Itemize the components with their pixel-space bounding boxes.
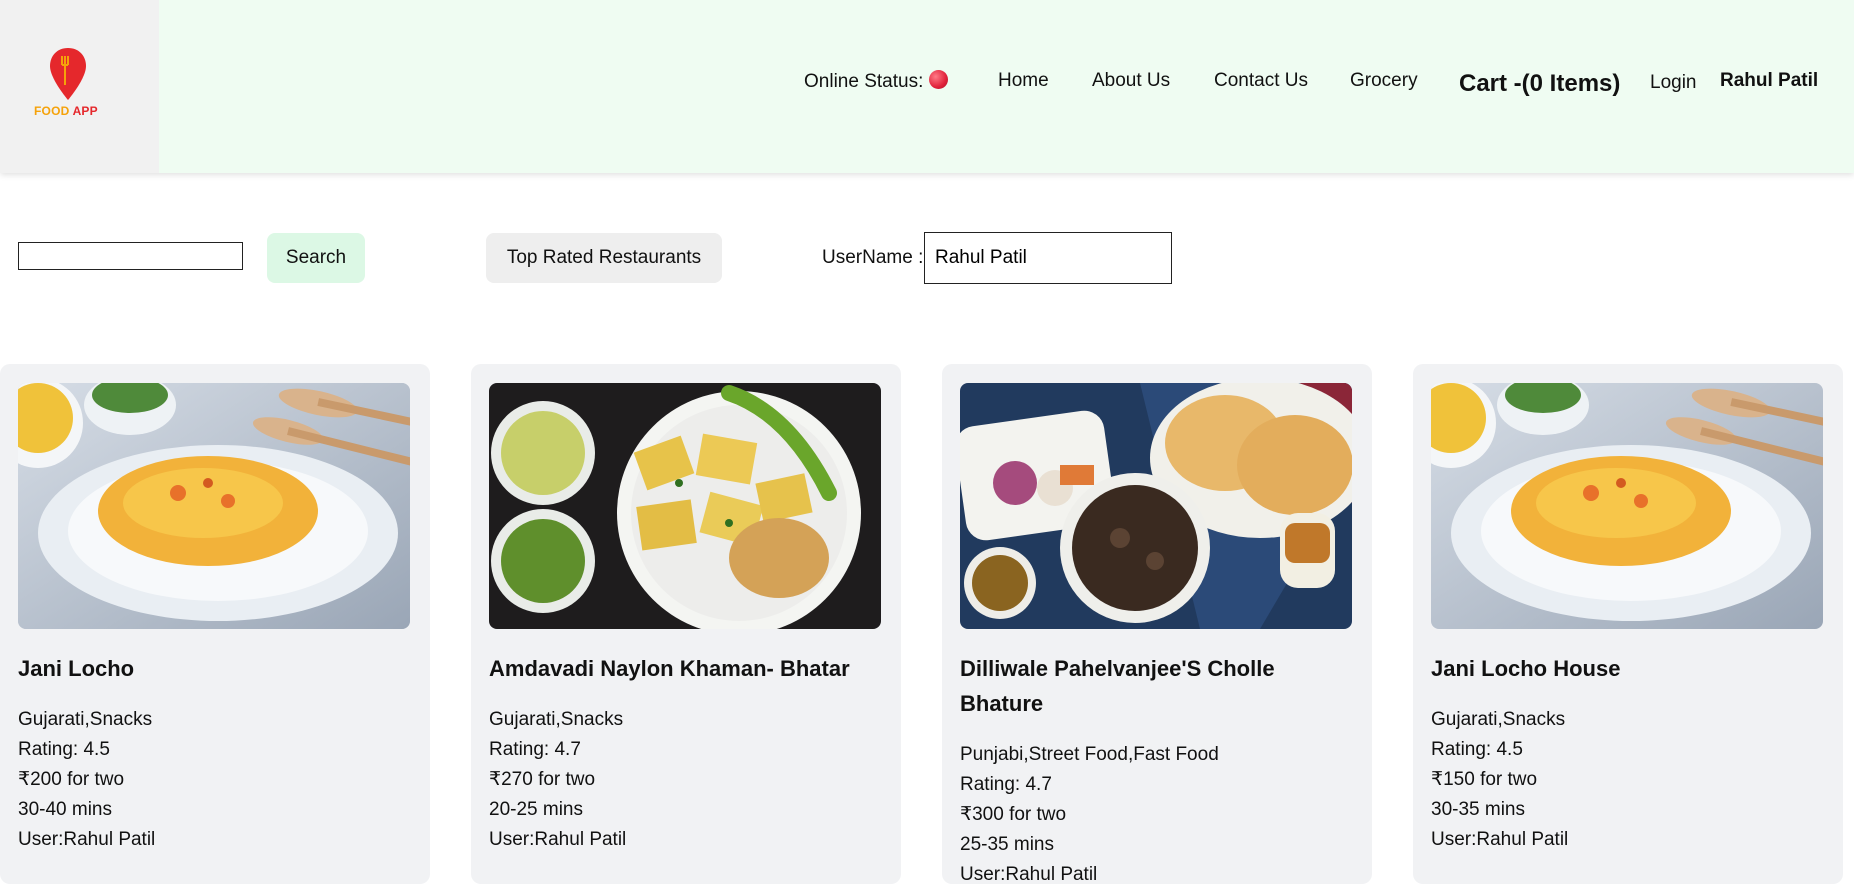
restaurant-name: Amdavadi Naylon Khaman- Bhatar <box>489 656 850 681</box>
khaman-dish-image <box>489 383 881 629</box>
restaurant-time: 25-35 mins <box>960 834 1054 855</box>
login-button[interactable]: Login <box>1650 72 1697 94</box>
restaurant-cost: ₹270 for two <box>489 769 596 790</box>
restaurant-cuisines: Gujarati,Snacks <box>1431 709 1566 730</box>
locho-dish-image <box>1431 383 1823 629</box>
top-rated-button[interactable]: Top Rated Restaurants <box>486 233 722 283</box>
restaurant-rating: Rating: 4.7 <box>960 774 1052 795</box>
restaurant-cuisines: Gujarati,Snacks <box>489 709 624 730</box>
username-input[interactable] <box>924 232 1172 284</box>
nav-contact-us[interactable]: Contact Us <box>1214 70 1308 92</box>
restaurant-card[interactable]: Jani Locho Gujarati,Snacks Rating: 4.5 ₹… <box>0 364 430 884</box>
restaurant-cuisines: Gujarati,Snacks <box>18 709 153 730</box>
online-status: Online Status: <box>804 70 949 93</box>
search-button[interactable]: Search <box>267 233 365 283</box>
restaurant-info: Gujarati,Snacks Rating: 4.5 ₹150 for two… <box>1431 705 1568 855</box>
restaurant-rating: Rating: 4.5 <box>18 739 110 760</box>
user-name: Rahul Patil <box>1720 70 1819 91</box>
nav-about-us[interactable]: About Us <box>1092 70 1170 92</box>
chole-bhature-dish-image <box>960 383 1352 629</box>
restaurant-name: Jani Locho House <box>1431 656 1621 681</box>
restaurant-cost: ₹300 for two <box>960 804 1067 825</box>
restaurant-user: User:Rahul Patil <box>960 864 1098 885</box>
restaurant-rating: Rating: 4.7 <box>489 739 581 760</box>
restaurant-cost: ₹150 for two <box>1431 769 1538 790</box>
restaurant-cost: ₹200 for two <box>18 769 125 790</box>
logo-text: FOOD APP <box>34 104 98 118</box>
restaurant-time: 20-25 mins <box>489 799 583 820</box>
restaurant-card[interactable]: Dilliwale Pahelvanjee'S Cholle Bhature P… <box>942 364 1372 885</box>
logo-text-app: APP <box>72 104 98 118</box>
restaurant-card[interactable]: Amdavadi Naylon Khaman- Bhatar Gujarati,… <box>471 364 901 884</box>
restaurant-time: 30-40 mins <box>18 799 112 820</box>
food-pin-icon <box>50 48 86 100</box>
nav-grocery[interactable]: Grocery <box>1350 70 1418 92</box>
online-status-label: Online Status: <box>804 71 924 92</box>
status-dot-icon <box>929 70 949 89</box>
restaurant-user: User:Rahul Patil <box>1431 829 1569 850</box>
restaurant-info: Gujarati,Snacks Rating: 4.5 ₹200 for two… <box>18 705 155 855</box>
restaurant-name: Jani Locho <box>18 656 135 681</box>
restaurant-name: Dilliwale Pahelvanjee'S Cholle Bhature <box>960 656 1275 716</box>
restaurant-user: User:Rahul Patil <box>18 829 156 850</box>
restaurant-user: User:Rahul Patil <box>489 829 627 850</box>
logo-text-food: FOOD <box>34 104 70 118</box>
restaurant-card[interactable]: Jani Locho House Gujarati,Snacks Rating:… <box>1413 364 1843 884</box>
search-input[interactable] <box>18 242 243 270</box>
restaurant-info: Gujarati,Snacks Rating: 4.7 ₹270 for two… <box>489 705 626 855</box>
username-label: UserName : <box>822 247 924 268</box>
restaurant-time: 30-35 mins <box>1431 799 1525 820</box>
restaurant-cuisines: Punjabi,Street Food,Fast Food <box>960 744 1219 765</box>
locho-dish-image <box>18 383 410 629</box>
cart-link[interactable]: Cart -(0 Items) <box>1459 70 1620 98</box>
nav-home[interactable]: Home <box>998 70 1049 92</box>
restaurant-info: Punjabi,Street Food,Fast Food Rating: 4.… <box>960 740 1219 890</box>
header: FOOD APP Online Status: Home About Us Co… <box>0 0 1854 173</box>
restaurant-rating: Rating: 4.5 <box>1431 739 1523 760</box>
logo[interactable]: FOOD APP <box>0 0 159 173</box>
